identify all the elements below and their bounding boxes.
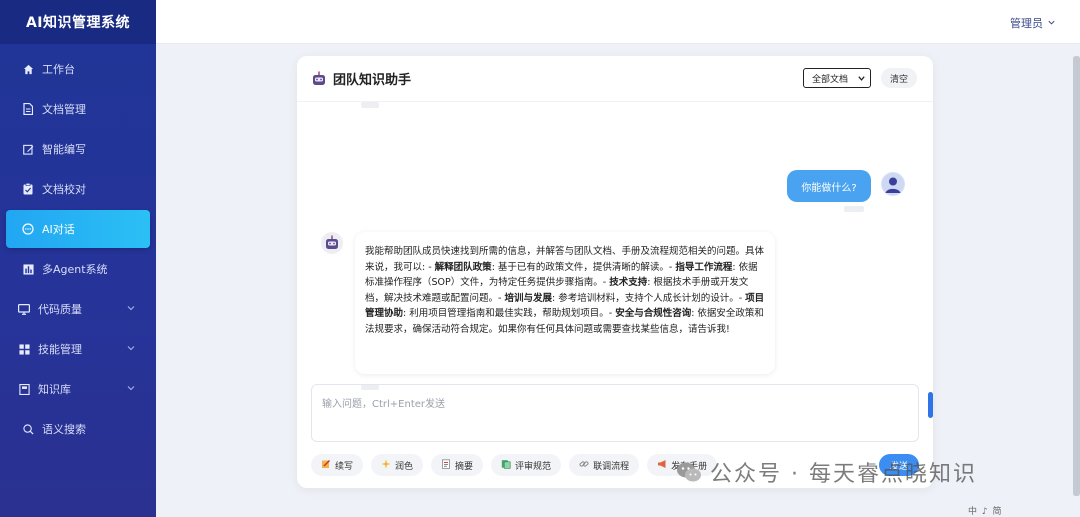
chevron-down-icon (126, 383, 136, 393)
chevron-down-icon (857, 74, 866, 86)
sidebar: AI知识管理系统 工作台 文档管理 智能编写 文档校对 AI对话 多Agent系… (0, 0, 156, 517)
page-scrollbar-thumb[interactable] (1073, 56, 1080, 496)
edit-icon (22, 143, 34, 155)
chevron-down-icon (126, 343, 136, 353)
assistant-avatar (321, 232, 343, 254)
assistant-item-title: 培训与发展 (504, 292, 552, 304)
tool-polish-button[interactable]: 润色 (371, 454, 424, 476)
sidebar-item-code-quality[interactable]: 代码质量 (6, 290, 150, 328)
chevron-down-icon (1047, 17, 1056, 30)
tool-summary-button[interactable]: 摘要 (431, 454, 484, 476)
note-icon (441, 458, 451, 472)
timestamp-placeholder (844, 206, 864, 212)
assistant-item-text: : 利用项目管理指南和最佳实践，帮助规划项目。- (403, 308, 616, 319)
sidebar-item-label: 文档校对 (42, 183, 86, 196)
megaphone-icon (657, 459, 667, 472)
user-avatar (881, 172, 905, 196)
sidebar-item-label: AI对话 (42, 223, 75, 236)
question-input[interactable]: 输入问题，Ctrl+Enter发送 (311, 384, 919, 442)
clipboard-check-icon (22, 183, 34, 195)
link-icon (579, 459, 589, 472)
home-icon (22, 63, 34, 75)
assistant-item-title: 解释团队政策 (434, 261, 492, 273)
document-icon (22, 103, 34, 115)
watermark-text: 公众号 · 每天睿点晓知识 (710, 462, 977, 487)
sidebar-item-label: 技能管理 (38, 343, 82, 356)
chat-scrollbar[interactable] (928, 392, 933, 418)
sidebar-item-doc-management[interactable]: 文档管理 (6, 90, 150, 128)
tool-review-button[interactable]: 评审规范 (491, 454, 562, 476)
doc-filter-value: 全部文档 (812, 74, 849, 85)
sidebar-item-smart-writing[interactable]: 智能编写 (6, 130, 150, 168)
sidebar-item-label: 文档管理 (42, 103, 86, 116)
sidebar-item-workbench[interactable]: 工作台 (6, 50, 150, 88)
assistant-item-text: : 参考培训材料，支持个人成长计划的设计。- (551, 292, 746, 304)
chat-title: 团队知识助手 (333, 73, 412, 88)
tool-continue-button[interactable]: 续写 (311, 454, 364, 476)
assistant-item-text: : 基于已有的政策文件，提供清晰的解读。- (491, 261, 676, 273)
monitor-icon (18, 303, 30, 315)
chevron-down-icon (126, 303, 136, 313)
sidebar-item-label: 知识库 (38, 383, 71, 396)
tool-label: 续写 (335, 461, 354, 472)
user-name: 管理员 (1010, 17, 1043, 30)
page-scrollbar[interactable] (1073, 56, 1080, 496)
top-header: 管理员 (156, 0, 1080, 44)
tool-label: 摘要 (455, 461, 474, 472)
watermark: 公众号 · 每天睿点晓知识 (676, 456, 977, 488)
search-icon (22, 423, 34, 435)
sparkle-icon (381, 459, 391, 472)
sidebar-item-label: 代码质量 (38, 303, 82, 316)
chat-card: 团队知识助手 全部文档 清空 你能做什么? 我能帮助团队成员快速找到所需的信息，… (297, 56, 933, 488)
sidebar-item-ai-chat[interactable]: AI对话 (6, 210, 150, 248)
sidebar-item-label: 多Agent系统 (42, 263, 108, 276)
assistant-item-title: 指导工作流程 (675, 261, 733, 273)
tool-integration-button[interactable]: 联调流程 (569, 454, 640, 476)
sidebar-item-knowledge-base[interactable]: 知识库 (6, 370, 150, 408)
sidebar-item-doc-proofread[interactable]: 文档校对 (6, 170, 150, 208)
user-message: 你能做什么? (787, 170, 871, 202)
ime-tray: 中 ♪ 简 (968, 507, 1003, 517)
message-list: 你能做什么? 我能帮助团队成员快速找到所需的信息，并解答与团队文档、手册及流程规… (297, 102, 933, 418)
tool-label: 润色 (395, 461, 414, 472)
chat-icon (22, 223, 34, 235)
robot-icon (311, 70, 327, 87)
wechat-icon (676, 461, 702, 483)
app-title: AI知识管理系统 (0, 0, 156, 44)
sidebar-item-semantic-search[interactable]: 语义搜索 (6, 410, 150, 448)
tool-label: 联调流程 (593, 461, 630, 472)
assistant-item-title: 技术支持 (609, 277, 648, 288)
sidebar-menu: 工作台 文档管理 智能编写 文档校对 AI对话 多Agent系统 代码质量 技能… (0, 44, 156, 448)
question-input-placeholder: 输入问题，Ctrl+Enter发送 (322, 399, 446, 410)
sidebar-item-skill-management[interactable]: 技能管理 (6, 330, 150, 368)
sidebar-item-label: 语义搜索 (42, 423, 86, 436)
book-icon (18, 383, 30, 395)
doc-filter-select[interactable]: 全部文档 (803, 68, 871, 88)
sidebar-item-label: 智能编写 (42, 143, 86, 156)
assistant-item-title: 安全与合规性咨询 (615, 308, 692, 319)
timestamp-placeholder (361, 102, 379, 108)
clear-button[interactable]: 清空 (881, 68, 917, 88)
grid-icon (18, 343, 30, 355)
chat-header: 团队知识助手 全部文档 清空 (297, 56, 933, 102)
quick-tools: 续写 润色 摘要 评审规范 联调流程 发布手册 (311, 454, 718, 478)
assistant-outro: 如果你有任何具体问题或需要查找某些信息，请告诉我! (498, 323, 730, 335)
pencil-icon (321, 459, 331, 472)
bar-chart-icon (22, 263, 34, 275)
review-icon (501, 459, 511, 472)
assistant-message: 我能帮助团队成员快速找到所需的信息，并解答与团队文档、手册及流程规范相关的问题。… (355, 232, 775, 374)
user-menu[interactable]: 管理员 (1010, 15, 1056, 31)
sidebar-item-multi-agent[interactable]: 多Agent系统 (6, 250, 150, 288)
tool-label: 评审规范 (515, 461, 552, 472)
sidebar-item-label: 工作台 (42, 63, 75, 76)
